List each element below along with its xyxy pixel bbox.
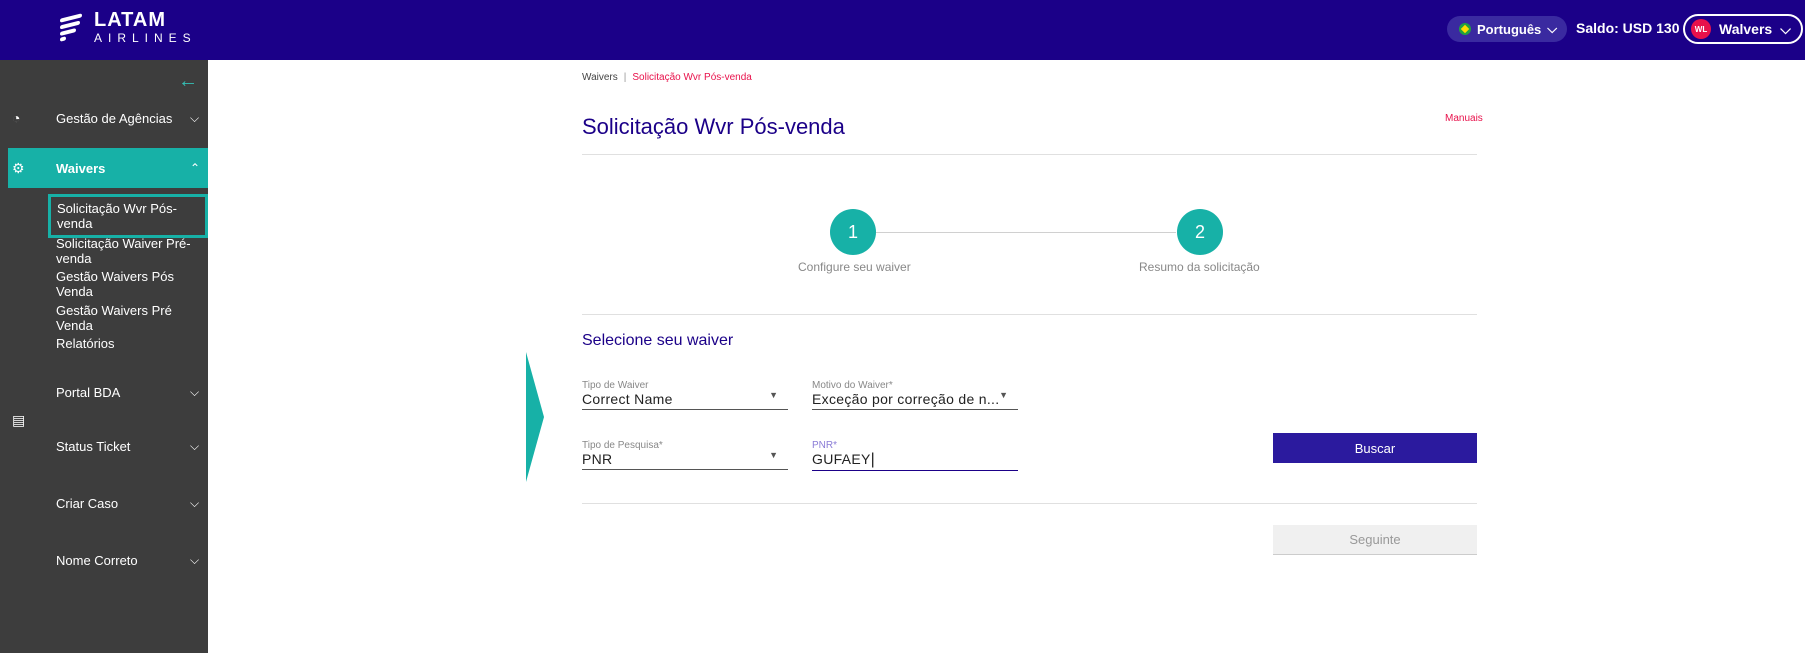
tipo-waiver-select[interactable]: Tipo de Waiver Correct Name ▼ — [582, 380, 788, 410]
step-1-label: Configure seu waiver — [798, 260, 911, 274]
sidebar-item-gestao-agencias[interactable]: ◔ Gestão de Agências ⌵ — [8, 102, 208, 134]
sidebar-item-criar-caso[interactable]: Criar Caso ⌵ — [8, 487, 208, 519]
sidebar-subitem-gestao-pre-venda[interactable]: Gestão Waivers Pré Venda — [56, 303, 208, 333]
sidebar-item-label: Waivers — [56, 160, 106, 176]
sidebar-item-label: Gestão de Agências — [56, 110, 173, 126]
sidebar-item-status-ticket[interactable]: Status Ticket ⌵ — [8, 430, 208, 462]
sidebar-subitem-solicitacao-pos-venda[interactable]: Solicitação Wvr Pós-venda — [48, 194, 208, 238]
divider — [582, 503, 1477, 504]
chevron-down-icon: ⌵ — [1780, 20, 1791, 37]
dashboard-icon: ◔ — [12, 110, 21, 126]
pnr-value: GUFAEY — [812, 451, 871, 467]
balance-label: Saldo: USD 130 — [1576, 20, 1680, 36]
buscar-button[interactable]: Buscar — [1273, 433, 1477, 463]
sidebar-item-waivers[interactable]: ⚙ Waivers ⌃ — [8, 148, 208, 188]
pointer-arrow — [526, 352, 544, 482]
sidebar-subitem-relatorios[interactable]: Relatórios — [56, 336, 115, 351]
motivo-waiver-select[interactable]: Motivo do Waiver* Exceção por correção d… — [812, 380, 1018, 410]
chevron-down-icon: ⌵ — [1547, 21, 1558, 36]
motivo-waiver-value: Exceção por correção de n... — [812, 391, 1000, 407]
sidebar-item-label: Criar Caso — [56, 495, 119, 511]
seguinte-button[interactable]: Seguinte — [1273, 525, 1477, 555]
ticket-icon: ▤ — [12, 411, 26, 428]
ticket-icon-row: ▤ — [8, 410, 208, 430]
sidebar-item-nome-correto[interactable]: Nome Correto ⌵ — [8, 544, 208, 576]
chevron-up-icon: ⌃ — [190, 161, 201, 175]
step-1-circle: 1 — [830, 209, 876, 255]
brazil-flag-icon — [1459, 23, 1471, 35]
chevron-down-icon: ⌵ — [190, 495, 200, 510]
sidebar: ← ◔ Gestão de Agências ⌵ ⚙ Waivers ⌃ Sol… — [8, 60, 208, 653]
sidebar-edge — [0, 60, 8, 653]
tipo-pesquisa-select[interactable]: Tipo de Pesquisa* PNR ▼ — [582, 440, 788, 470]
logo-main-text: LATAM — [94, 9, 167, 31]
step-2-label: Resumo da solicitação — [1139, 260, 1260, 274]
divider — [582, 314, 1477, 315]
breadcrumb-root[interactable]: Waivers — [582, 72, 618, 83]
top-navigation-bar: LATAM AIRLINES Português ⌵ Saldo: USD 13… — [0, 0, 1805, 60]
tipo-waiver-label: Tipo de Waiver — [582, 380, 649, 391]
sidebar-item-label: Nome Correto — [56, 552, 138, 568]
language-label: Português — [1477, 21, 1542, 37]
breadcrumb-current: Solicitação Wvr Pós-venda — [632, 72, 752, 83]
latam-logo-icon — [60, 10, 86, 44]
back-arrow-icon[interactable]: ← — [178, 70, 198, 93]
section-title: Selecione seu waiver — [582, 332, 734, 349]
avatar: WL — [1691, 19, 1711, 39]
dropdown-arrow-icon: ▼ — [769, 450, 778, 460]
latam-logo[interactable]: LATAM AIRLINES — [60, 10, 197, 44]
step-2-circle: 2 — [1177, 209, 1223, 255]
chevron-down-icon: ⌵ — [190, 438, 200, 453]
chevron-down-icon: ⌵ — [190, 110, 200, 125]
sidebar-subitem-gestao-pos-venda[interactable]: Gestão Waivers Pós Venda — [56, 269, 208, 299]
waivers-icon: ⚙ — [12, 159, 25, 176]
pnr-input[interactable]: PNR* GUFAEY| — [812, 440, 1018, 471]
chevron-down-icon: ⌵ — [190, 384, 200, 399]
chevron-down-icon: ⌵ — [190, 552, 200, 567]
tipo-pesquisa-value: PNR — [582, 451, 613, 467]
breadcrumb: Waivers | Solicitação Wvr Pós-venda — [582, 72, 752, 83]
logo-sub-text: AIRLINES — [94, 31, 197, 45]
tipo-waiver-value: Correct Name — [582, 391, 673, 407]
pnr-label: PNR* — [812, 440, 838, 451]
sidebar-subitem-solicitacao-pre-venda[interactable]: Solicitação Waiver Pré-venda — [56, 236, 208, 266]
page-title: Solicitação Wvr Pós-venda — [582, 114, 845, 139]
motivo-waiver-label: Motivo do Waiver* — [812, 380, 893, 391]
dropdown-arrow-icon: ▼ — [769, 390, 778, 400]
sidebar-item-label: Portal BDA — [56, 384, 121, 400]
user-menu[interactable]: WL Walvers ⌵ — [1683, 14, 1803, 44]
manuals-link[interactable]: Manuais — [1445, 113, 1483, 124]
language-selector[interactable]: Português ⌵ — [1447, 16, 1568, 42]
divider — [582, 154, 1477, 155]
user-name: Walvers — [1719, 21, 1773, 37]
tipo-pesquisa-label: Tipo de Pesquisa* — [582, 440, 663, 451]
stepper-line — [876, 232, 1176, 233]
sidebar-item-portal-bda[interactable]: Portal BDA ⌵ — [8, 376, 208, 408]
dropdown-arrow-icon: ▼ — [999, 390, 1008, 400]
sidebar-item-label: Status Ticket — [56, 438, 131, 454]
